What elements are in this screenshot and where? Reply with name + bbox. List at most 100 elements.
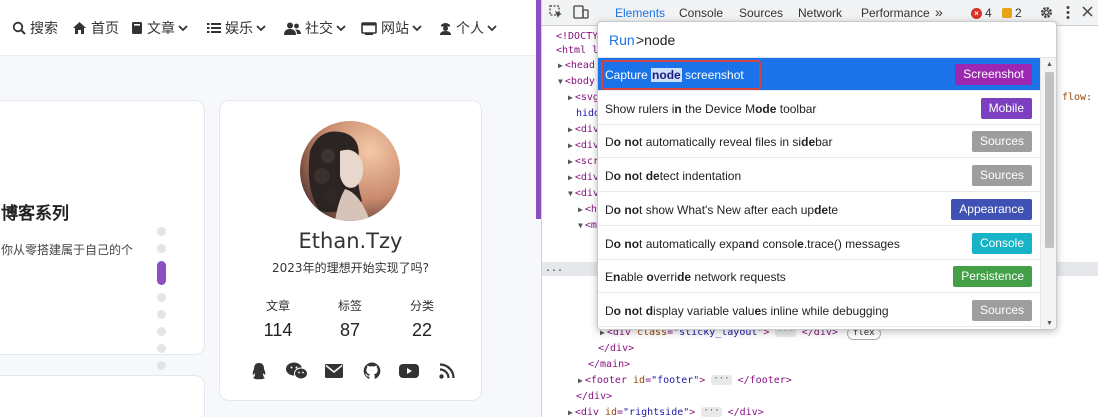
tab-performance[interactable]: Performance [861, 6, 930, 20]
stat-label: 文章 [265, 299, 290, 313]
search-icon [12, 21, 26, 35]
dom-node-svg[interactable]: ▶ <svg [568, 91, 599, 105]
dom-tag: <div [574, 188, 599, 199]
users-icon [284, 22, 301, 35]
dom-node-div[interactable]: ▶ <div [568, 139, 599, 153]
dom-tag: > [689, 407, 696, 417]
command-item-label: Do not automatically expand console.trac… [605, 236, 900, 251]
nav-search[interactable]: 搜索 [12, 18, 58, 38]
tab-sources[interactable]: Sources [739, 6, 783, 20]
tab-network[interactable]: Network [798, 6, 842, 20]
tab-console[interactable]: Console [679, 6, 723, 20]
nav-social[interactable]: 社交 [284, 18, 351, 38]
dom-node-footer[interactable]: ▶ <footer id="footer"> ··· </footer> [578, 374, 792, 388]
command-query[interactable]: >node [636, 32, 675, 48]
scrollbar-thumb[interactable] [1045, 72, 1054, 248]
carousel-dot-active[interactable] [157, 261, 166, 285]
list-icon [207, 23, 221, 33]
dom-node-div[interactable]: ▶ <div [568, 123, 599, 137]
nav-label: 个人 [456, 21, 484, 37]
dom-tag: </main> [588, 359, 631, 370]
carousel-dot[interactable] [157, 327, 166, 336]
device-toolbar-icon[interactable] [573, 5, 589, 19]
carousel-dot[interactable] [157, 227, 166, 236]
collapsed-children-icon[interactable]: ··· [711, 375, 732, 385]
qq-icon[interactable] [248, 360, 270, 382]
command-category-tag: Sources [971, 165, 1032, 187]
error-count-badge[interactable]: × 4 [971, 6, 992, 20]
post-title[interactable]: 博客系列 [1, 199, 69, 224]
dom-node-div[interactable]: ▶ <div [568, 171, 599, 185]
carousel-dot[interactable] [157, 361, 166, 370]
stat-categories[interactable]: 分类 22 [392, 297, 452, 341]
error-count: 4 [985, 6, 992, 20]
dom-attr-name: id [633, 375, 646, 386]
command-item[interactable]: Do not detect indentation Sources [598, 159, 1040, 193]
dom-closing-div[interactable]: </div> [576, 390, 612, 404]
gear-icon[interactable] [1039, 5, 1054, 20]
dom-tag: <h [584, 204, 597, 215]
command-item[interactable]: Show rulers in the Device Mode toolbar Mo… [598, 92, 1040, 125]
dom-tag: </div> [727, 407, 764, 417]
post-excerpt: 你从零搭建属于自己的个 [1, 243, 134, 257]
dom-node-html[interactable]: <html l [556, 44, 598, 58]
command-item[interactable]: Do not show What's New after each updete… [598, 193, 1040, 226]
rss-icon[interactable] [436, 360, 458, 382]
github-icon[interactable] [361, 360, 383, 382]
dom-node-body[interactable]: ▼ <body [558, 75, 595, 89]
carousel-dot[interactable] [157, 293, 166, 302]
carousel-dot[interactable] [157, 344, 166, 353]
dom-node-header[interactable]: ▶ <h [578, 203, 597, 217]
command-item[interactable]: Do not automatically reveal files in sid… [598, 125, 1040, 159]
command-category-tag: Appearance [951, 198, 1032, 220]
dom-node-main[interactable]: ▼ <m [578, 219, 597, 233]
dom-node-head[interactable]: ▶ <head [558, 59, 595, 73]
scroll-down-icon[interactable]: ▼ [1046, 320, 1053, 327]
carousel-dot[interactable] [157, 310, 166, 319]
dom-node-rightside[interactable]: ▶ <div id="rightside"> ··· </div> [568, 406, 764, 417]
tab-elements[interactable]: Elements [615, 6, 665, 20]
inspect-element-icon[interactable] [549, 5, 563, 19]
close-icon[interactable] [1082, 6, 1093, 17]
more-options-icon[interactable] [1065, 5, 1071, 20]
mail-icon[interactable] [323, 360, 345, 382]
stat-tags[interactable]: 标签 87 [320, 297, 380, 341]
command-item[interactable]: Do not automatically expand console.trac… [598, 227, 1040, 260]
warning-count-badge[interactable]: 2 [1002, 6, 1022, 20]
carousel-dot[interactable] [157, 244, 166, 253]
dom-closing-div[interactable]: </div> [598, 342, 634, 356]
nav-articles[interactable]: 文章 [131, 18, 193, 38]
post-card[interactable] [0, 375, 205, 417]
nav-personal[interactable]: 个人 [439, 18, 502, 38]
command-list-scrollbar[interactable]: ▲ ▼ [1040, 58, 1056, 329]
featured-post-card[interactable]: 博客系列 你从零搭建属于自己的个 [0, 100, 205, 404]
dom-tag: <div [574, 124, 599, 135]
command-item-label: Enable override network requests [605, 270, 786, 285]
dom-tag: <html l [556, 45, 599, 56]
nav-websites[interactable]: 网站 [361, 18, 427, 38]
wechat-icon[interactable] [285, 360, 308, 382]
dom-node-div[interactable]: ▼ <div [568, 187, 599, 201]
scroll-up-icon[interactable]: ▲ [1046, 61, 1053, 68]
dom-node-doctype[interactable]: <!DOCTY [556, 30, 598, 44]
command-prefix: Run [609, 32, 635, 48]
youtube-icon[interactable] [398, 360, 420, 382]
nav-label: 娱乐 [225, 21, 253, 37]
nav-entertainment[interactable]: 娱乐 [207, 18, 271, 38]
command-item[interactable]: Do not display variable values inline wh… [598, 294, 1040, 327]
stat-articles[interactable]: 文章 114 [248, 297, 308, 341]
nav-home[interactable]: 首页 [72, 18, 119, 38]
more-tabs-button[interactable]: » [935, 4, 943, 20]
command-input[interactable]: Run >node [598, 22, 1056, 58]
command-category-tag: Console [971, 232, 1032, 254]
home-icon [73, 22, 86, 34]
collapsed-children-icon[interactable]: ··· [701, 407, 722, 417]
avatar[interactable] [300, 121, 400, 221]
dom-closing-main[interactable]: </main> [588, 358, 630, 372]
stat-label: 标签 [337, 299, 362, 313]
command-item[interactable]: Enable override network requests Persiste… [598, 260, 1040, 294]
chevron-down-icon [336, 25, 346, 32]
dom-tag: <div [574, 407, 599, 417]
dom-selected-ellipsis[interactable]: ... [545, 262, 563, 276]
nav-label: 网站 [381, 21, 409, 37]
